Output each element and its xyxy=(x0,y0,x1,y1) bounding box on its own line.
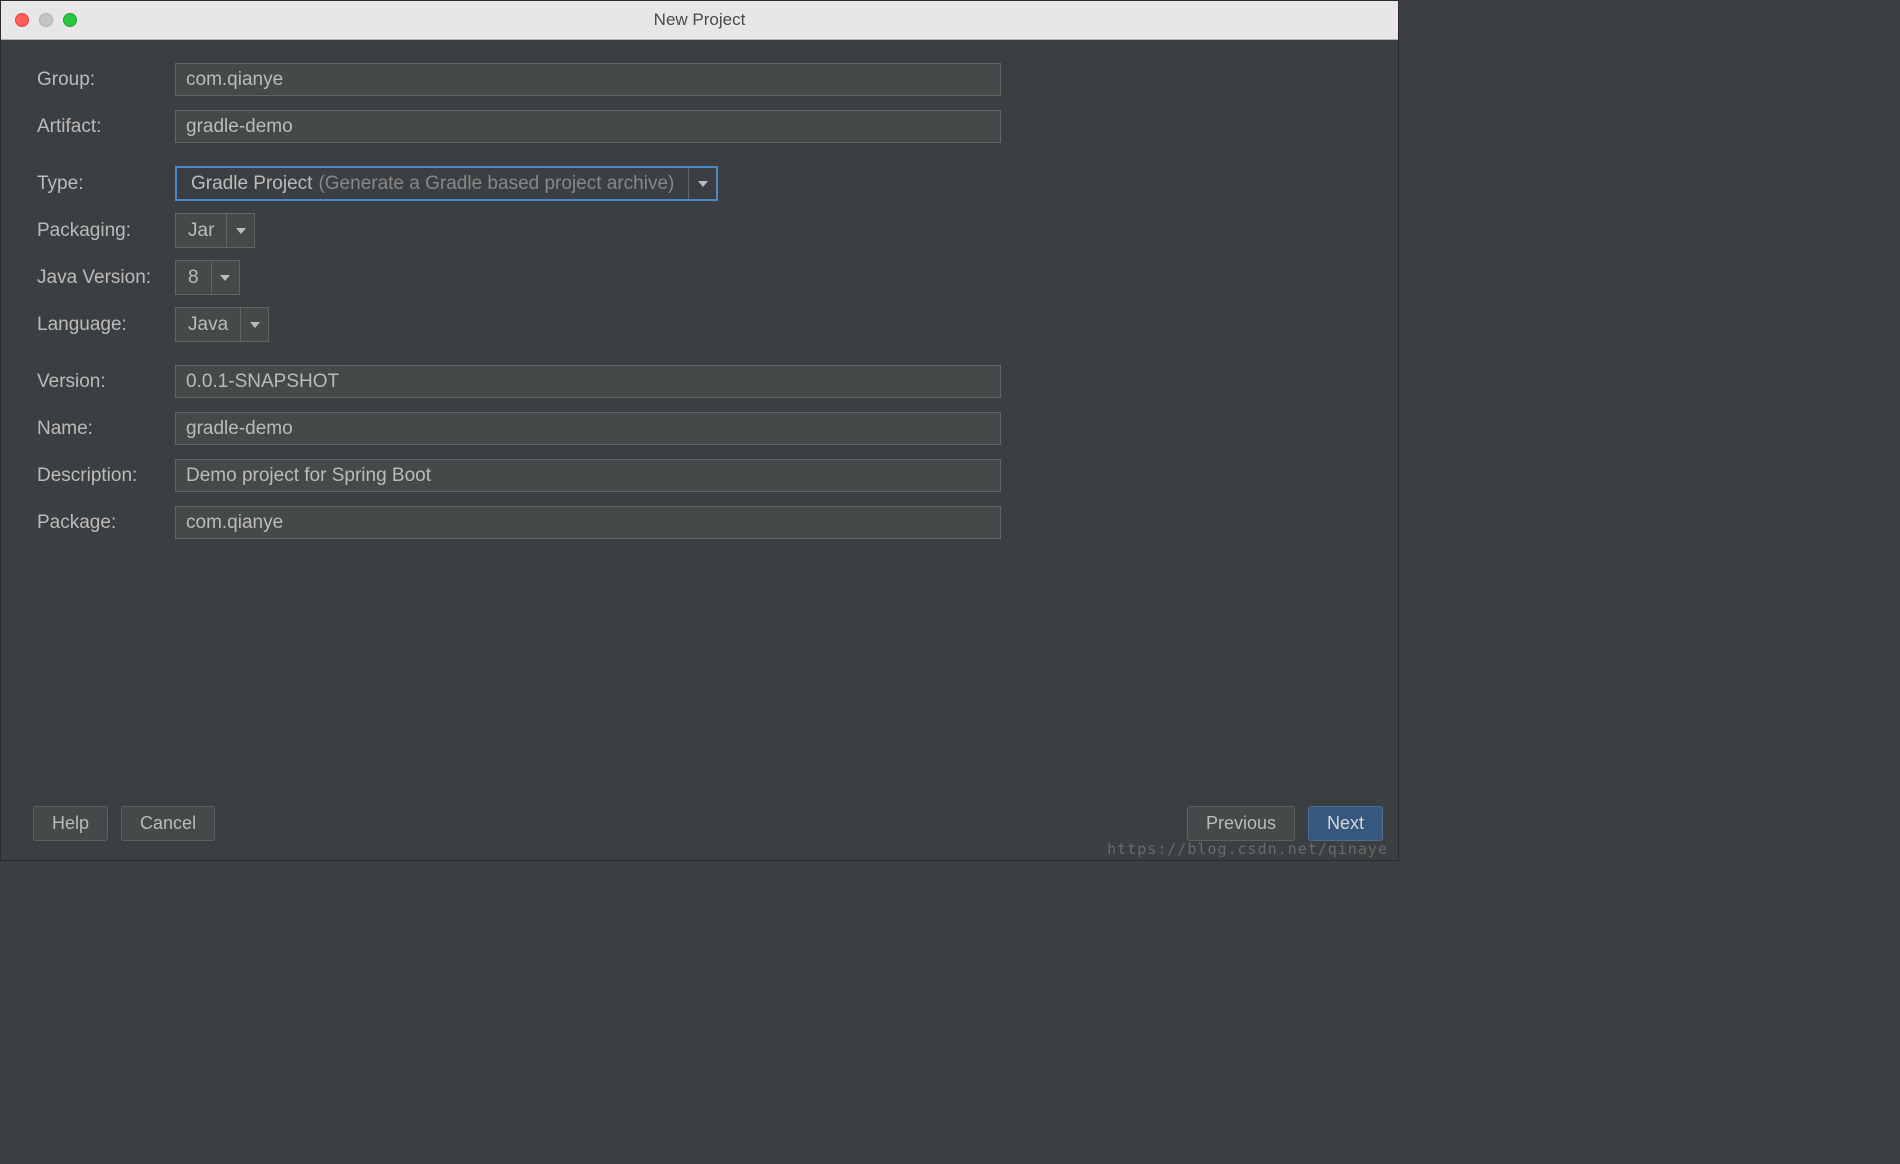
type-value: Gradle Project xyxy=(191,173,312,195)
java-version-dropdown[interactable]: 8 xyxy=(175,260,240,295)
name-input[interactable] xyxy=(175,412,1001,445)
language-dropdown[interactable]: Java xyxy=(175,307,269,342)
next-button[interactable]: Next xyxy=(1308,806,1383,841)
description-label: Description: xyxy=(37,465,175,487)
artifact-input[interactable] xyxy=(175,110,1001,143)
language-value: Java xyxy=(188,314,228,336)
close-icon[interactable] xyxy=(15,13,29,27)
watermark: https://blog.csdn.net/qinaye xyxy=(1107,840,1388,858)
titlebar: New Project xyxy=(1,1,1398,40)
chevron-down-icon xyxy=(240,308,268,341)
traffic-lights xyxy=(15,13,77,27)
packaging-dropdown[interactable]: Jar xyxy=(175,213,255,248)
window-title: New Project xyxy=(654,10,746,30)
package-label: Package: xyxy=(37,512,175,534)
packaging-value: Jar xyxy=(188,220,214,242)
group-label: Group: xyxy=(37,69,175,91)
form-content: Group: Artifact: Type: Gradle Project (G… xyxy=(1,40,1398,540)
java-version-value: 8 xyxy=(188,267,199,289)
description-input[interactable] xyxy=(175,459,1001,492)
chevron-down-icon xyxy=(211,261,239,294)
help-button[interactable]: Help xyxy=(33,806,108,841)
chevron-down-icon xyxy=(688,168,716,199)
cancel-button[interactable]: Cancel xyxy=(121,806,215,841)
maximize-icon[interactable] xyxy=(63,13,77,27)
artifact-label: Artifact: xyxy=(37,116,175,138)
chevron-down-icon xyxy=(226,214,254,247)
previous-button[interactable]: Previous xyxy=(1187,806,1295,841)
language-label: Language: xyxy=(37,314,175,336)
name-label: Name: xyxy=(37,418,175,440)
packaging-label: Packaging: xyxy=(37,220,175,242)
version-label: Version: xyxy=(37,371,175,393)
version-input[interactable] xyxy=(175,365,1001,398)
new-project-window: New Project Group: Artifact: Type: Gradl… xyxy=(0,0,1399,861)
group-input[interactable] xyxy=(175,63,1001,96)
package-input[interactable] xyxy=(175,506,1001,539)
type-hint: (Generate a Gradle based project archive… xyxy=(318,173,674,195)
type-label: Type: xyxy=(37,173,175,195)
minimize-icon[interactable] xyxy=(39,13,53,27)
java-version-label: Java Version: xyxy=(37,267,175,289)
type-dropdown[interactable]: Gradle Project (Generate a Gradle based … xyxy=(175,166,718,201)
